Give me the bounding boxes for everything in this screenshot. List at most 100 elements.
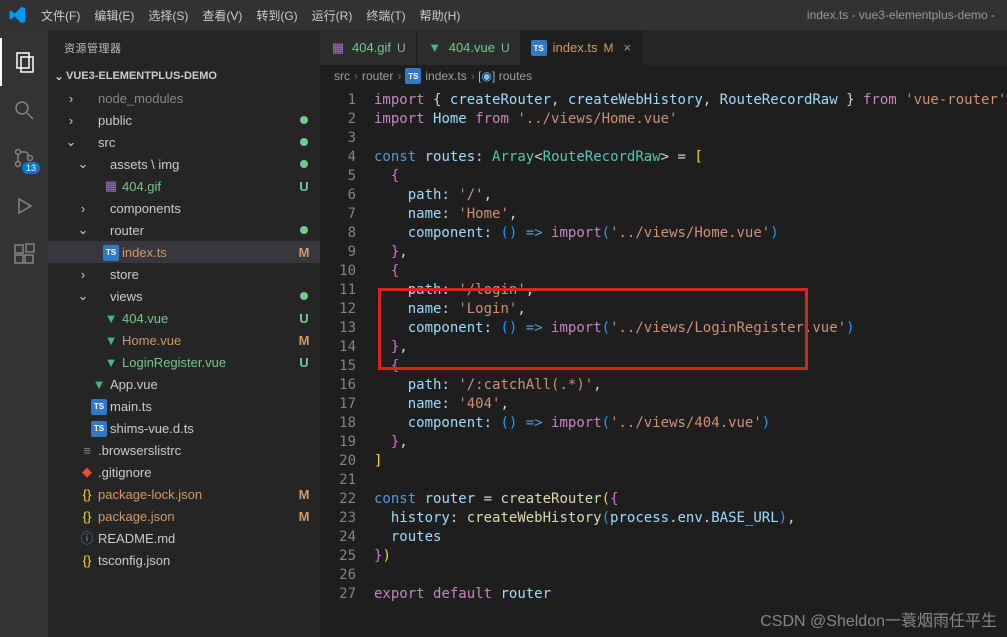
- search-icon[interactable]: [0, 86, 48, 134]
- code-line[interactable]: path: '/login',: [374, 281, 1007, 300]
- menu-item[interactable]: 帮助(H): [413, 9, 468, 23]
- menu-item[interactable]: 文件(F): [34, 9, 87, 23]
- code-line[interactable]: export default router: [374, 585, 1007, 604]
- code-line[interactable]: [374, 566, 1007, 585]
- tree-item[interactable]: TSmain.ts: [48, 395, 320, 417]
- tree-item[interactable]: ▼LoginRegister.vueU: [48, 351, 320, 373]
- chevron-down-icon: ⌄: [52, 70, 66, 83]
- code-line[interactable]: }): [374, 547, 1007, 566]
- tree-item[interactable]: TSshims-vue.d.ts: [48, 417, 320, 439]
- tree-item[interactable]: {}tsconfig.json: [48, 549, 320, 571]
- line-number: 4: [320, 148, 356, 167]
- tree-item[interactable]: ›components: [48, 197, 320, 219]
- editor-tab[interactable]: TSindex.tsM×: [521, 30, 642, 65]
- scm-icon[interactable]: 13: [0, 134, 48, 182]
- code-line[interactable]: },: [374, 243, 1007, 262]
- line-number: 19: [320, 433, 356, 452]
- tree-item[interactable]: ⌄assets \ img: [48, 153, 320, 175]
- line-number: 8: [320, 224, 356, 243]
- tab-icon: ▼: [427, 40, 443, 56]
- menu-item[interactable]: 运行(R): [305, 9, 360, 23]
- menu-item[interactable]: 转到(G): [249, 9, 304, 23]
- code-line[interactable]: [374, 129, 1007, 148]
- code-line[interactable]: {: [374, 357, 1007, 376]
- tree-item[interactable]: {}package-lock.jsonM: [48, 483, 320, 505]
- tree-item[interactable]: ≡.browserslistrc: [48, 439, 320, 461]
- window-title: index.ts - vue3-elementplus-demo -: [807, 8, 999, 22]
- editor-tab[interactable]: ▦404.gifU: [320, 30, 417, 65]
- code-line[interactable]: path: '/',: [374, 186, 1007, 205]
- code-line[interactable]: import { createRouter, createWebHistory,…: [374, 91, 1007, 110]
- line-number: 24: [320, 528, 356, 547]
- code-line[interactable]: component: () => import('../views/Home.v…: [374, 224, 1007, 243]
- code-line[interactable]: history: createWebHistory(process.env.BA…: [374, 509, 1007, 528]
- tree-item[interactable]: ›public: [48, 109, 320, 131]
- debug-icon[interactable]: [0, 182, 48, 230]
- tree-item[interactable]: ▼Home.vueM: [48, 329, 320, 351]
- code-editor[interactable]: 1234567891011121314151617181920212223242…: [320, 87, 1007, 637]
- git-status: U: [296, 179, 312, 194]
- code-line[interactable]: routes: [374, 528, 1007, 547]
- editor-tab[interactable]: ▼404.vueU: [417, 30, 521, 65]
- tree-item[interactable]: {}package.jsonM: [48, 505, 320, 527]
- file-label: .gitignore: [98, 465, 312, 480]
- code-line[interactable]: path: '/:catchAll(.*)',: [374, 376, 1007, 395]
- file-icon: TS: [90, 419, 108, 437]
- line-number: 23: [320, 509, 356, 528]
- extensions-icon[interactable]: [0, 230, 48, 278]
- code-line[interactable]: const router = createRouter({: [374, 490, 1007, 509]
- breadcrumb[interactable]: src›router›TSindex.ts›[◉]routes: [320, 65, 1007, 87]
- explorer-icon[interactable]: [0, 38, 48, 86]
- code-line[interactable]: name: 'Home',: [374, 205, 1007, 224]
- code-content[interactable]: import { createRouter, createWebHistory,…: [374, 87, 1007, 637]
- file-label: README.md: [98, 531, 312, 546]
- tree-item[interactable]: TSindex.tsM: [48, 241, 320, 263]
- file-label: public: [98, 113, 300, 128]
- code-line[interactable]: name: 'Login',: [374, 300, 1007, 319]
- tree-item[interactable]: ▼404.vueU: [48, 307, 320, 329]
- tree-item[interactable]: ›store: [48, 263, 320, 285]
- menu-item[interactable]: 选择(S): [141, 9, 195, 23]
- breadcrumb-item[interactable]: index.ts: [425, 69, 466, 83]
- project-header[interactable]: ⌄ VUE3-ELEMENTPLUS-DEMO: [48, 65, 320, 87]
- code-line[interactable]: const routes: Array<RouteRecordRaw> = [: [374, 148, 1007, 167]
- tree-item[interactable]: ⓘREADME.md: [48, 527, 320, 549]
- close-icon[interactable]: ×: [623, 40, 631, 55]
- menu-bar: 文件(F)编辑(E)选择(S)查看(V)转到(G)运行(R)终端(T)帮助(H)…: [0, 0, 1007, 30]
- code-line[interactable]: name: '404',: [374, 395, 1007, 414]
- tree-item[interactable]: ⌄views: [48, 285, 320, 307]
- file-tree: ›node_modules›public⌄src⌄assets \ img▦40…: [48, 87, 320, 637]
- code-line[interactable]: [374, 471, 1007, 490]
- code-line[interactable]: import Home from '../views/Home.vue': [374, 110, 1007, 129]
- code-line[interactable]: },: [374, 338, 1007, 357]
- line-number: 16: [320, 376, 356, 395]
- tree-item[interactable]: ▦404.gifU: [48, 175, 320, 197]
- file-label: main.ts: [110, 399, 312, 414]
- menu-item[interactable]: 终端(T): [359, 9, 412, 23]
- code-line[interactable]: },: [374, 433, 1007, 452]
- tree-item[interactable]: ◆.gitignore: [48, 461, 320, 483]
- tree-item[interactable]: ⌄router: [48, 219, 320, 241]
- code-line[interactable]: {: [374, 262, 1007, 281]
- file-icon: {}: [78, 552, 96, 568]
- tree-item[interactable]: ⌄src: [48, 131, 320, 153]
- file-icon: ◆: [78, 464, 96, 480]
- file-label: 404.vue: [122, 311, 296, 326]
- git-dot: [300, 160, 308, 168]
- code-line[interactable]: ]: [374, 452, 1007, 471]
- breadcrumb-item[interactable]: src: [334, 69, 350, 83]
- menu-item[interactable]: 查看(V): [195, 9, 249, 23]
- code-line[interactable]: component: () => import('../views/404.vu…: [374, 414, 1007, 433]
- file-icon: ▼: [102, 354, 120, 370]
- breadcrumb-item[interactable]: routes: [499, 69, 532, 83]
- tree-item[interactable]: ›node_modules: [48, 87, 320, 109]
- menu-item[interactable]: 编辑(E): [87, 9, 141, 23]
- code-line[interactable]: component: () => import('../views/LoginR…: [374, 319, 1007, 338]
- breadcrumb-item[interactable]: router: [362, 69, 393, 83]
- tree-item[interactable]: ▼App.vue: [48, 373, 320, 395]
- file-label: views: [110, 289, 300, 304]
- file-icon: ▼: [102, 332, 120, 348]
- scm-badge: 13: [22, 162, 40, 174]
- code-line[interactable]: {: [374, 167, 1007, 186]
- line-number: 18: [320, 414, 356, 433]
